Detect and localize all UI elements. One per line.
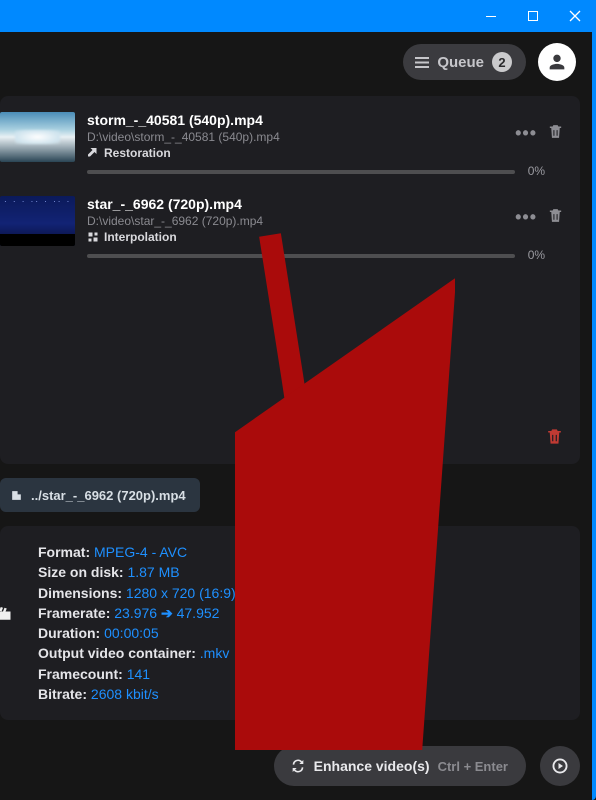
detail-duration: Duration: 00:00:05 <box>38 623 564 643</box>
item-filename: storm_-_40581 (540p).mp4 <box>87 112 515 128</box>
detail-dimensions: Dimensions: 1280 x 720 (16:9) <box>38 583 564 603</box>
detail-format: Format: MPEG-4 - AVC <box>38 542 564 562</box>
trash-icon <box>545 426 564 447</box>
file-details-panel: Format: MPEG-4 - AVC Size on disk: 1.87 … <box>0 526 580 720</box>
progress-bar: 0% <box>87 170 515 174</box>
queue-icon <box>415 57 429 68</box>
selected-file-name: ../star_-_6962 (720p).mp4 <box>31 488 186 503</box>
queue-panel: storm_-_40581 (540p).mp4 D:\video\storm_… <box>0 96 580 464</box>
item-mode: Restoration <box>87 146 515 160</box>
queue-item[interactable]: storm_-_40581 (540p).mp4 D:\video\storm_… <box>0 112 564 174</box>
progress-bar: 0% <box>87 254 515 258</box>
enhance-icon <box>290 758 306 774</box>
trash-icon <box>547 206 564 225</box>
queue-button[interactable]: Queue 2 <box>403 44 526 80</box>
minimize-button[interactable] <box>470 0 512 32</box>
detail-container: Output video container: .mkv <box>38 643 564 663</box>
trash-icon <box>547 122 564 141</box>
maximize-icon <box>527 10 539 22</box>
item-menu-button[interactable]: ••• <box>515 207 537 228</box>
restoration-icon <box>87 147 99 159</box>
item-actions: ••• <box>515 196 564 228</box>
detail-framerate: Framerate: 23.976 ➔ 47.952 <box>38 603 564 623</box>
item-delete-button[interactable] <box>547 206 564 228</box>
detail-framecount: Framecount: 141 <box>38 664 564 684</box>
item-actions: ••• <box>515 112 564 144</box>
account-button[interactable] <box>538 43 576 81</box>
item-filename: star_-_6962 (720p).mp4 <box>87 196 515 212</box>
minimize-icon <box>485 10 497 22</box>
item-filepath: D:\video\star_-_6962 (720p).mp4 <box>87 214 515 228</box>
top-toolbar: Queue 2 <box>0 32 596 92</box>
close-button[interactable] <box>554 0 596 32</box>
window-titlebar <box>0 0 596 32</box>
item-filepath: D:\video\storm_-_40581 (540p).mp4 <box>87 130 515 144</box>
preview-button[interactable] <box>540 746 580 786</box>
enhance-label: Enhance video(s) <box>314 758 430 774</box>
bottom-bar: Enhance video(s) Ctrl + Enter <box>0 746 580 786</box>
detail-bitrate: Bitrate: 2608 kbit/s <box>38 684 564 704</box>
item-info: storm_-_40581 (540p).mp4 D:\video\storm_… <box>87 112 515 174</box>
item-menu-button[interactable]: ••• <box>515 123 537 144</box>
detail-size: Size on disk: 1.87 MB <box>38 562 564 582</box>
item-mode: Interpolation <box>87 230 515 244</box>
play-circle-icon <box>551 757 569 775</box>
queue-label: Queue <box>437 54 484 71</box>
item-delete-button[interactable] <box>547 122 564 144</box>
close-icon <box>569 10 581 22</box>
selected-file-tab[interactable]: ../star_-_6962 (720p).mp4 <box>0 478 200 512</box>
window-right-edge <box>592 32 596 800</box>
clapperboard-icon <box>0 604 12 627</box>
file-icon <box>10 489 23 502</box>
interpolation-icon <box>87 231 99 243</box>
video-thumbnail <box>0 196 75 246</box>
progress-percent: 0% <box>528 164 545 178</box>
enhance-button[interactable]: Enhance video(s) Ctrl + Enter <box>274 746 526 786</box>
progress-percent: 0% <box>528 248 545 262</box>
person-icon <box>546 51 568 73</box>
queue-count: 2 <box>492 52 512 72</box>
maximize-button[interactable] <box>512 0 554 32</box>
clear-queue-button[interactable] <box>545 426 564 450</box>
item-info: star_-_6962 (720p).mp4 D:\video\star_-_6… <box>87 196 515 258</box>
enhance-shortcut: Ctrl + Enter <box>438 759 508 774</box>
queue-item[interactable]: star_-_6962 (720p).mp4 D:\video\star_-_6… <box>0 196 564 258</box>
video-thumbnail <box>0 112 75 162</box>
